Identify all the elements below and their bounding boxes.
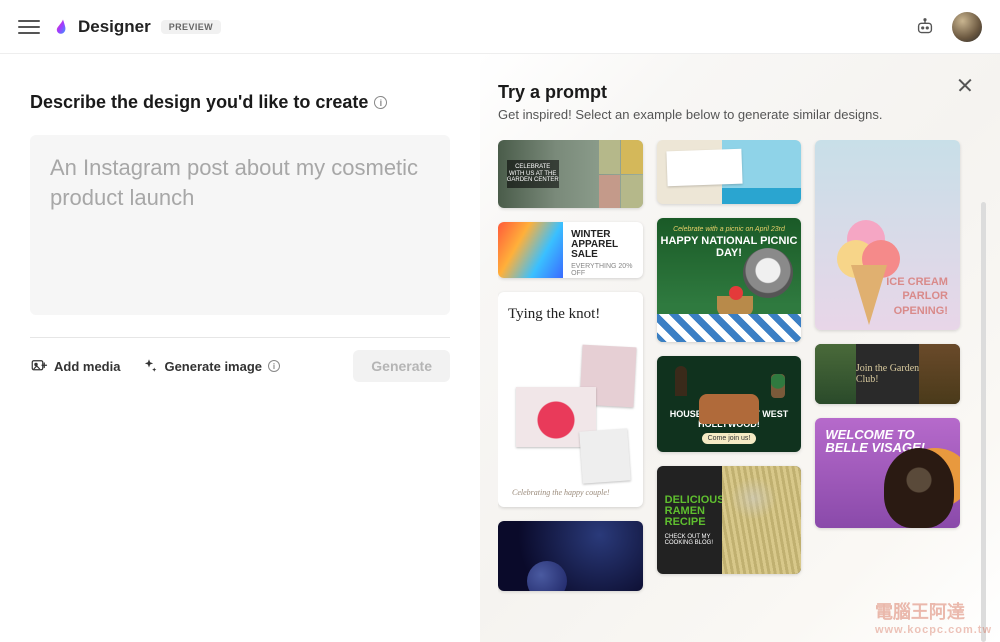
user-avatar[interactable]	[952, 12, 982, 42]
card-graphic	[699, 394, 759, 424]
close-icon[interactable]	[956, 76, 974, 94]
add-media-button[interactable]: Add media	[30, 357, 120, 375]
suggestions-panel: Try a prompt Get inspired! Select an exa…	[480, 54, 1000, 642]
prompt-card[interactable]: Join the Garden Club!	[815, 344, 960, 404]
card-image	[722, 466, 802, 574]
ice-cream-icon	[837, 210, 897, 330]
card-graphic	[722, 188, 802, 204]
card-subtitle: Celebrate with a picnic on April 23rd	[657, 218, 802, 233]
prompt-card[interactable]: WINTER APPAREL SALE EVERYTHING 20% OFF	[498, 222, 643, 278]
card-graphic	[771, 374, 785, 398]
card-title: Join the Garden Club!	[856, 363, 920, 385]
card-photo	[579, 428, 631, 483]
card-image	[498, 222, 563, 278]
card-text-block: DELICIOUS RAMEN RECIPE CHECK OUT MY COOK…	[657, 466, 722, 574]
card-graphic	[657, 314, 802, 342]
prompt-heading: Describe the design you'd like to create…	[30, 92, 450, 113]
generate-image-button[interactable]: Generate image i	[140, 357, 280, 375]
card-graphic	[675, 366, 687, 396]
card-subtitle: CHECK OUT MY COOKING BLOG!	[665, 534, 714, 546]
card-image	[919, 344, 960, 404]
prompt-card[interactable]: Celebrate with a picnic on April 23rd HA…	[657, 218, 802, 342]
card-graphic	[884, 448, 954, 528]
info-icon[interactable]: i	[374, 96, 387, 109]
suggestions-subheading: Get inspired! Select an example below to…	[498, 107, 970, 122]
image-plus-icon	[30, 357, 48, 375]
prompt-card[interactable]: HOUSEWARMING AT WEST HOLLYWOOD! Come joi…	[657, 356, 802, 452]
prompt-card[interactable]: WELCOME TO BELLE VISAGE!	[815, 418, 960, 528]
app-name: Designer	[78, 17, 151, 37]
menu-icon[interactable]	[18, 16, 40, 38]
prompt-card[interactable]	[498, 521, 643, 591]
card-graphic	[666, 148, 742, 186]
prompt-card[interactable]: DELICIOUS RAMEN RECIPE CHECK OUT MY COOK…	[657, 466, 802, 574]
top-bar: Designer PREVIEW	[0, 0, 1000, 54]
designer-logo-icon	[54, 18, 72, 36]
prompt-gallery: CELEBRATE WITH US AT THE GARDEN CENTER W…	[498, 140, 970, 600]
info-icon[interactable]: i	[268, 360, 280, 372]
generate-button[interactable]: Generate	[353, 350, 450, 382]
card-text: CELEBRATE WITH US AT THE GARDEN CENTER	[507, 160, 559, 187]
card-image	[815, 344, 856, 404]
prompt-input[interactable]: An Instagram post about my cosmetic prod…	[30, 135, 450, 315]
card-title: Tying the knot!	[508, 306, 633, 323]
prompt-toolbar: Add media Generate image i Generate	[30, 337, 450, 382]
card-title: DELICIOUS RAMEN RECIPE	[665, 495, 714, 528]
prompt-card[interactable]: ICE CREAMPARLOROPENING!	[815, 140, 960, 330]
suggestions-heading: Try a prompt	[498, 82, 970, 103]
add-media-label: Add media	[54, 359, 120, 374]
generate-image-label: Generate image	[164, 359, 262, 374]
card-caption: Celebrating the happy couple!	[512, 488, 610, 497]
card-graphic	[729, 286, 743, 300]
prompt-placeholder: An Instagram post about my cosmetic prod…	[50, 153, 430, 212]
main-content: Describe the design you'd like to create…	[0, 54, 1000, 642]
prompt-panel: Describe the design you'd like to create…	[0, 54, 480, 642]
raccoon-icon	[743, 248, 793, 298]
copilot-icon[interactable]	[914, 16, 936, 38]
card-text-block: WINTER APPAREL SALE EVERYTHING 20% OFF	[563, 222, 643, 278]
prompt-card[interactable]: Tying the knot! Celebrating the happy co…	[498, 292, 643, 507]
prompt-heading-text: Describe the design you'd like to create	[30, 92, 368, 113]
preview-badge: PREVIEW	[161, 20, 221, 34]
card-subtitle: EVERYTHING 20% OFF	[571, 263, 635, 277]
prompt-card[interactable]	[657, 140, 802, 204]
card-button-label: Come join us!	[702, 433, 757, 444]
card-graphic	[527, 561, 567, 591]
sparkle-icon	[140, 357, 158, 375]
prompt-card[interactable]: CELEBRATE WITH US AT THE GARDEN CENTER	[498, 140, 643, 208]
card-text-block: Join the Garden Club!	[856, 344, 920, 404]
card-thumbnails	[599, 140, 642, 208]
card-title: WINTER APPAREL SALE	[571, 230, 635, 260]
